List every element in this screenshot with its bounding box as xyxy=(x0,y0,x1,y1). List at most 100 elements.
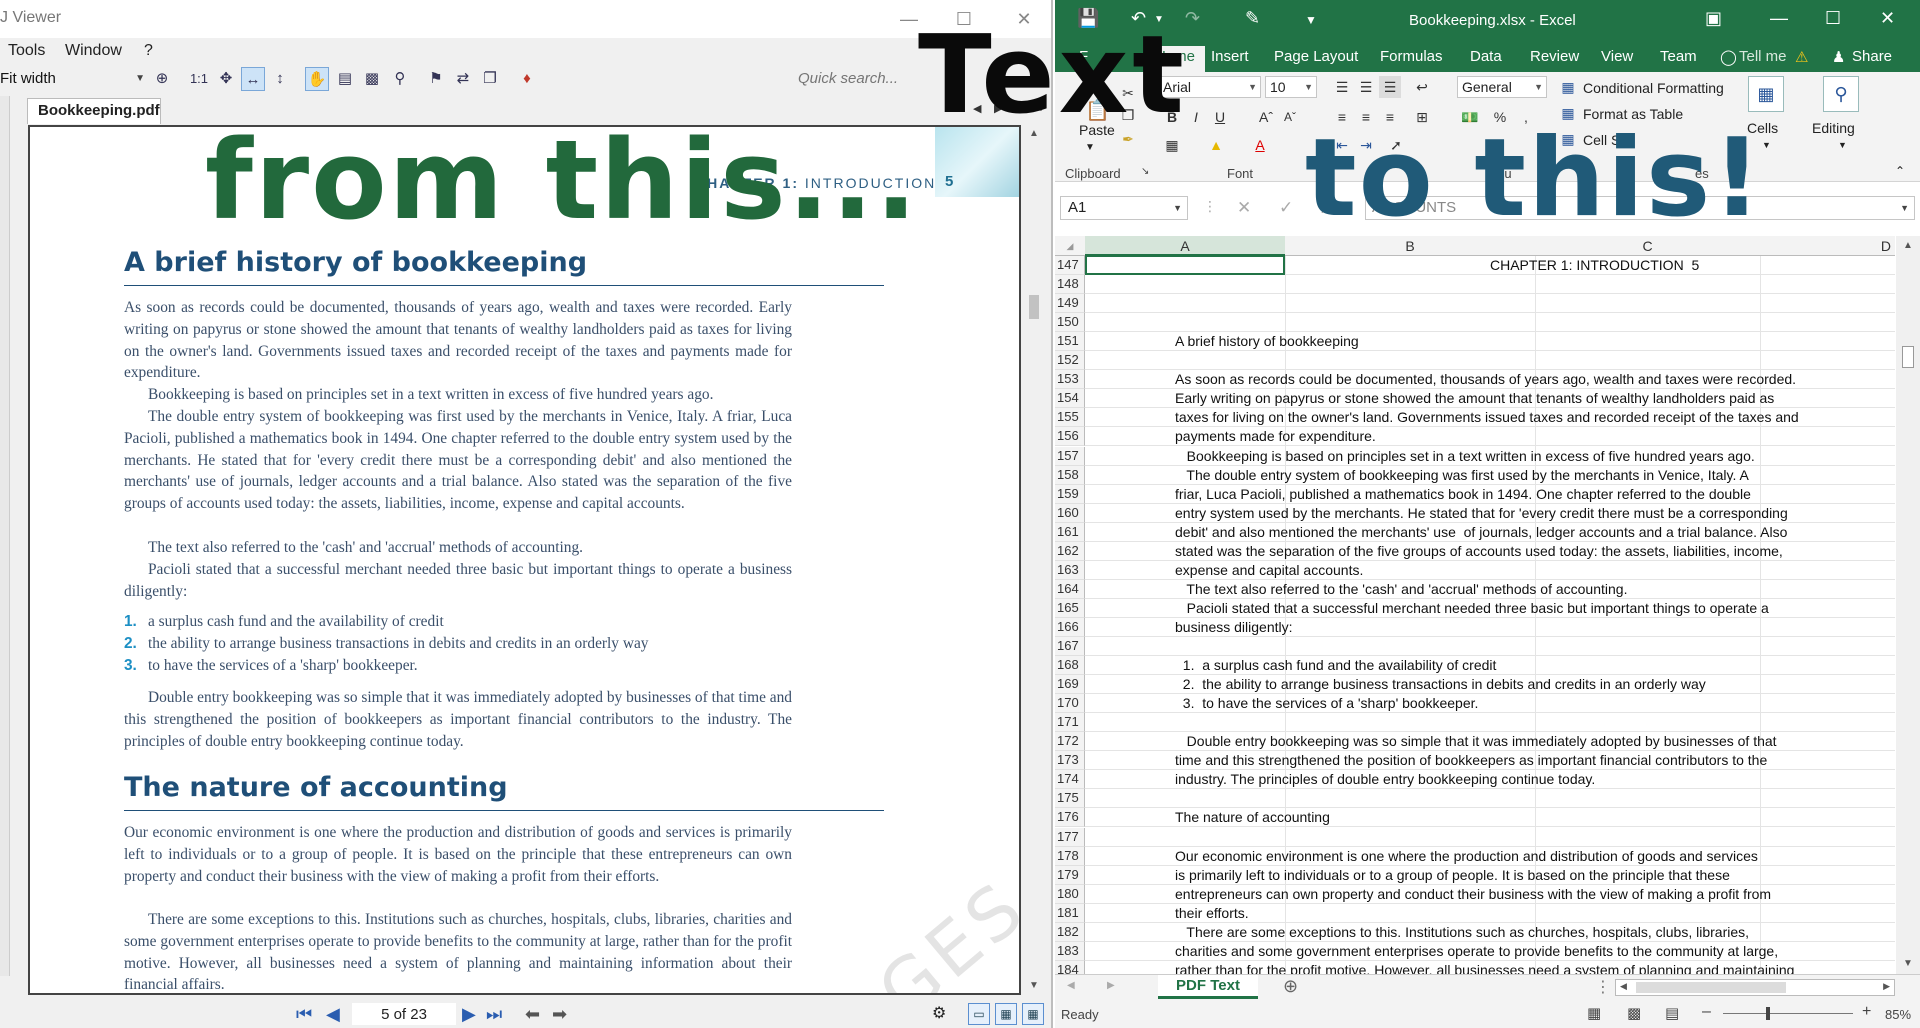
more-sheets-icon[interactable]: ⋮ xyxy=(1595,977,1611,997)
table-row[interactable]: industry. The principles of double entry… xyxy=(1175,770,1595,789)
row-header[interactable]: 175 xyxy=(1055,789,1085,808)
zoom-tool-icon[interactable]: ⚲ xyxy=(388,67,412,91)
number-format-select[interactable]: General ▼ xyxy=(1457,76,1547,98)
tell-me-box[interactable]: Tell me xyxy=(1739,48,1787,65)
conditional-formatting-button[interactable]: Conditional Formatting xyxy=(1583,80,1724,96)
row-header[interactable]: 177 xyxy=(1055,828,1085,847)
image-select-icon[interactable]: ▩ xyxy=(360,67,384,91)
table-row[interactable]: their efforts. xyxy=(1175,904,1249,923)
zoom-mode-select[interactable]: Fit width ▼ xyxy=(0,68,147,90)
row-header[interactable]: 154 xyxy=(1055,389,1085,408)
swap-icon[interactable]: ⇄ xyxy=(451,67,475,91)
sheet-prev-icon[interactable]: ◀ xyxy=(1067,980,1075,991)
copy-icon[interactable]: ❐ xyxy=(478,67,502,91)
row-header[interactable]: 182 xyxy=(1055,923,1085,942)
table-row[interactable]: time and this strengthened the position … xyxy=(1175,751,1767,770)
scroll-down-icon[interactable]: ▼ xyxy=(1025,977,1043,995)
row-header[interactable]: 163 xyxy=(1055,561,1085,580)
row-header[interactable]: 157 xyxy=(1055,447,1085,466)
row-header[interactable]: 161 xyxy=(1055,523,1085,542)
forward-icon[interactable]: ➡ xyxy=(552,1003,567,1025)
h-scroll-thumb[interactable] xyxy=(1636,982,1786,993)
prev-page-icon[interactable]: ◀ xyxy=(326,1003,340,1025)
table-row[interactable]: 3. to have the services of a 'sharp' boo… xyxy=(1175,694,1479,713)
row-header[interactable]: 169 xyxy=(1055,675,1085,694)
scroll-thumb[interactable] xyxy=(1902,346,1914,368)
zoom-level[interactable]: 85% xyxy=(1885,1007,1911,1022)
column-header-a[interactable]: A xyxy=(1085,236,1285,256)
clipboard-launcher-icon[interactable]: ↘ xyxy=(1141,166,1149,177)
row-header[interactable]: 166 xyxy=(1055,618,1085,637)
editing-dropdown-icon[interactable]: ▼ xyxy=(1838,140,1847,150)
zoom-slider[interactable] xyxy=(1723,1013,1853,1014)
fit-height-icon[interactable]: ↕ xyxy=(268,67,292,91)
row-header[interactable]: 162 xyxy=(1055,542,1085,561)
first-page-icon[interactable]: ⏮ xyxy=(296,1003,312,1025)
table-row[interactable]: friar, Luca Pacioli, published a mathema… xyxy=(1175,485,1751,504)
row-header[interactable]: 159 xyxy=(1055,485,1085,504)
table-row[interactable]: As soon as records could be documented, … xyxy=(1175,370,1796,389)
find-icon[interactable]: ⚑ xyxy=(424,67,448,91)
wrap-text-icon[interactable]: ↩ xyxy=(1411,76,1433,98)
decrease-font-icon[interactable]: Aˇ xyxy=(1279,106,1301,128)
tab-formulas[interactable]: Formulas xyxy=(1380,48,1443,65)
ribbon-display-icon[interactable]: ▣ xyxy=(1705,8,1722,29)
scroll-down-icon[interactable]: ▼ xyxy=(1903,958,1913,969)
row-header[interactable]: 170 xyxy=(1055,694,1085,713)
row-header[interactable]: 158 xyxy=(1055,466,1085,485)
menu-window[interactable]: Window xyxy=(65,42,122,60)
row-header[interactable]: 148 xyxy=(1055,275,1085,294)
row-header[interactable]: 149 xyxy=(1055,294,1085,313)
conditional-formatting-icon[interactable]: ▦ xyxy=(1557,76,1579,98)
last-page-icon[interactable]: ⏭ xyxy=(486,1003,502,1025)
table-row[interactable]: taxes for living on the owner's land. Go… xyxy=(1175,408,1799,427)
search-icon[interactable]: ⚲ xyxy=(1823,76,1859,112)
row-header[interactable]: 178 xyxy=(1055,847,1085,866)
table-row[interactable]: 2. the ability to arrange business trans… xyxy=(1175,675,1706,694)
maximize-icon[interactable]: ☐ xyxy=(1825,8,1841,29)
underline-icon[interactable]: U xyxy=(1209,106,1231,128)
select-all-icon[interactable]: ◢ xyxy=(1055,241,1085,252)
table-row[interactable]: A brief history of bookkeeping xyxy=(1175,332,1359,351)
fit-page-icon[interactable]: ✥ xyxy=(214,67,238,91)
quick-search-input[interactable] xyxy=(790,67,910,91)
tab-team[interactable]: Team xyxy=(1660,48,1697,65)
row-header[interactable]: 180 xyxy=(1055,885,1085,904)
row-header[interactable]: 152 xyxy=(1055,351,1085,370)
warning-icon[interactable]: ⚠ xyxy=(1795,48,1808,66)
table-row[interactable]: entrepreneurs can own property and condu… xyxy=(1175,885,1771,904)
row-header[interactable]: 155 xyxy=(1055,408,1085,427)
page-number-input[interactable] xyxy=(352,1003,456,1025)
more-options-icon[interactable]: ⋮ xyxy=(1203,198,1217,215)
facing-view-icon[interactable]: ▦ xyxy=(1022,1003,1044,1025)
zoom-slider-thumb[interactable] xyxy=(1766,1007,1770,1020)
table-row[interactable]: CHAPTER 1: INTRODUCTION 5 xyxy=(1490,256,1699,275)
scroll-right-icon[interactable]: ▶ xyxy=(1883,981,1890,992)
row-header[interactable]: 150 xyxy=(1055,313,1085,332)
pdf-vertical-scrollbar[interactable]: ▲ ▼ xyxy=(1025,125,1043,995)
table-row[interactable]: charities and some government enterprise… xyxy=(1175,942,1778,961)
table-row[interactable]: stated was the separation of the five gr… xyxy=(1175,542,1783,561)
page-layout-view-icon[interactable]: ▩ xyxy=(1627,1004,1641,1022)
collapse-ribbon-icon[interactable]: ⌃ xyxy=(1895,164,1905,178)
page-break-view-icon[interactable]: ▤ xyxy=(1665,1004,1679,1022)
row-header[interactable]: 183 xyxy=(1055,942,1085,961)
italic-icon[interactable]: I xyxy=(1185,106,1207,128)
table-row[interactable]: payments made for expenditure. xyxy=(1175,427,1376,446)
table-row[interactable]: Our economic environment is one where th… xyxy=(1175,847,1758,866)
minimize-icon[interactable]: — xyxy=(1770,8,1788,29)
menu-help[interactable]: ? xyxy=(144,42,153,60)
align-middle-icon[interactable]: ☰ xyxy=(1355,76,1377,98)
excel-vertical-scrollbar[interactable]: ▲ ▼ xyxy=(1896,236,1920,974)
row-header[interactable]: 160 xyxy=(1055,504,1085,523)
row-header[interactable]: 165 xyxy=(1055,599,1085,618)
font-size-select[interactable]: 10 ▼ xyxy=(1265,76,1317,98)
enter-icon[interactable]: ✓ xyxy=(1279,198,1293,218)
add-sheet-icon[interactable]: ⊕ xyxy=(1283,976,1298,997)
row-header[interactable]: 181 xyxy=(1055,904,1085,923)
tab-data[interactable]: Data xyxy=(1470,48,1502,65)
single-page-view-icon[interactable]: ▭ xyxy=(968,1003,990,1025)
row-header[interactable]: 147 xyxy=(1055,256,1085,275)
table-row[interactable]: expense and capital accounts. xyxy=(1175,561,1363,580)
cancel-icon[interactable]: ✕ xyxy=(1237,198,1251,218)
